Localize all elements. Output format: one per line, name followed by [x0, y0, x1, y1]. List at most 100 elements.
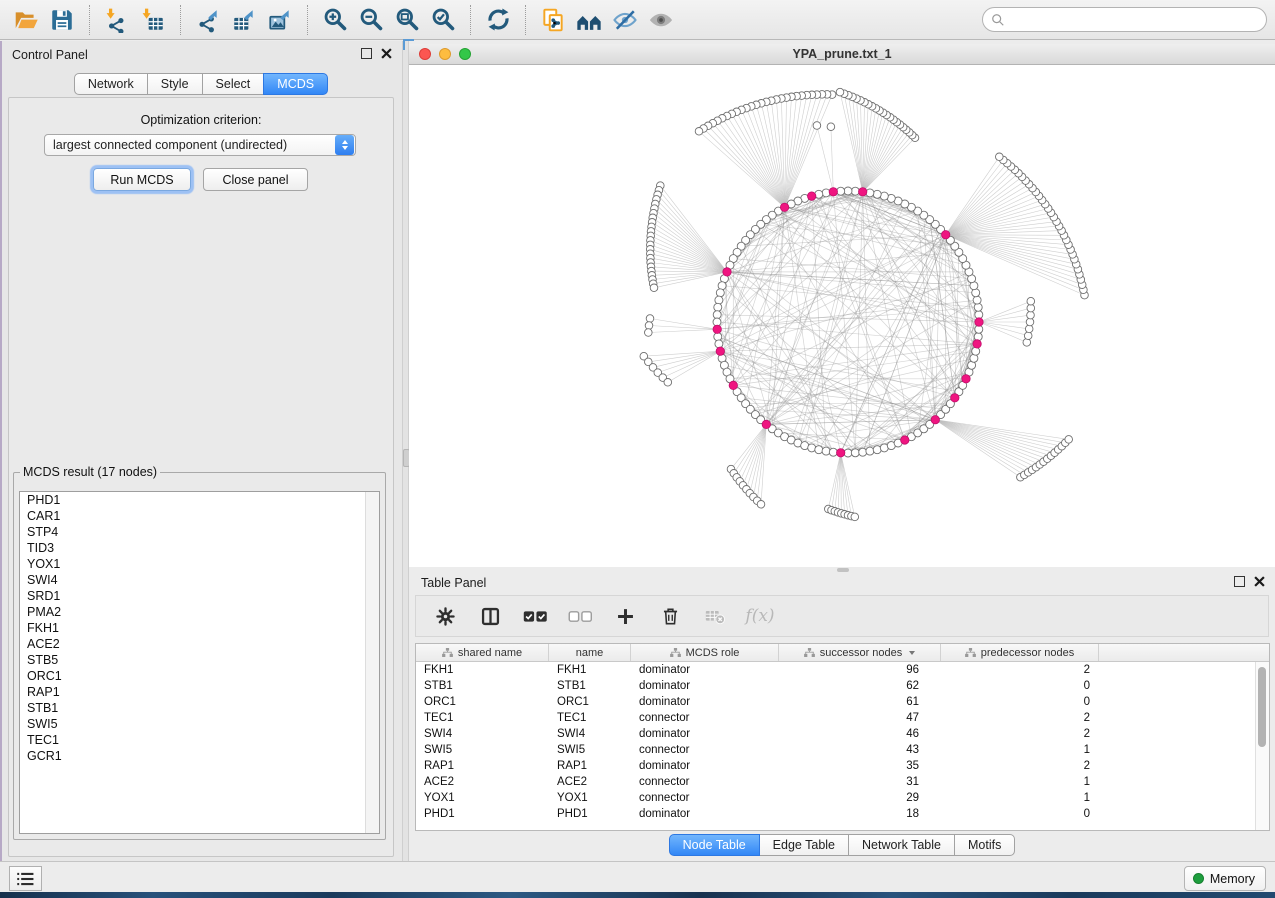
hide-selected-button[interactable]	[607, 3, 643, 37]
network-node[interactable]	[822, 447, 830, 455]
mcds-result-item[interactable]: SWI4	[20, 572, 379, 588]
mcds-node[interactable]	[901, 436, 909, 444]
mcds-result-item[interactable]: GCR1	[20, 748, 379, 764]
close-panel-button[interactable]: Close panel	[203, 168, 308, 191]
table-cell[interactable]: YOX1	[549, 792, 631, 804]
table-row[interactable]: ORC1ORC1dominator610	[416, 694, 1269, 710]
table-cell[interactable]: 46	[779, 728, 941, 740]
mcds-result-item[interactable]: STB1	[20, 700, 379, 716]
network-node[interactable]	[714, 303, 722, 311]
table-cell[interactable]: STB1	[416, 680, 549, 692]
table-cell[interactable]: 29	[779, 792, 941, 804]
network-node[interactable]	[974, 303, 982, 311]
table-cell[interactable]: TEC1	[549, 712, 631, 724]
mcds-node[interactable]	[837, 449, 845, 457]
memory-button[interactable]: Memory	[1184, 866, 1266, 891]
table-cell[interactable]: SWI4	[416, 728, 549, 740]
table-cell[interactable]: FKH1	[549, 664, 631, 676]
save-session-button[interactable]	[44, 3, 80, 37]
table-cell[interactable]: SWI5	[549, 744, 631, 756]
table-row[interactable]: RAP1RAP1dominator352	[416, 758, 1269, 774]
mcds-result-item[interactable]: ACE2	[20, 636, 379, 652]
float-panel-icon[interactable]	[361, 48, 372, 59]
mcds-result-item[interactable]: ORC1	[20, 668, 379, 684]
table-cell[interactable]: connector	[631, 776, 779, 788]
table-row[interactable]: YOX1YOX1connector291	[416, 790, 1269, 806]
mcds-node[interactable]	[808, 192, 816, 200]
float-table-panel-icon[interactable]	[1234, 576, 1245, 587]
network-window-titlebar[interactable]: YPA_prune.txt_1	[409, 44, 1275, 65]
import-network-button[interactable]	[99, 3, 135, 37]
mcds-node[interactable]	[942, 231, 950, 239]
network-node[interactable]	[851, 449, 859, 457]
network-node[interactable]	[695, 128, 703, 136]
network-node[interactable]	[873, 190, 881, 198]
network-node[interactable]	[829, 448, 837, 456]
close-panel-icon[interactable]	[381, 48, 392, 59]
tab-node-table[interactable]: Node Table	[669, 834, 760, 856]
table-cell[interactable]: dominator	[631, 808, 779, 820]
search-input[interactable]	[1011, 12, 1258, 28]
table-cell[interactable]: connector	[631, 744, 779, 756]
zoom-fit-button[interactable]	[389, 3, 425, 37]
close-table-panel-icon[interactable]	[1254, 576, 1265, 587]
tab-network-table[interactable]: Network Table	[848, 834, 955, 856]
network-node[interactable]	[851, 187, 859, 195]
table-cell[interactable]: TEC1	[416, 712, 549, 724]
table-cell[interactable]: ORC1	[416, 696, 549, 708]
table-row[interactable]: STB1STB1dominator620	[416, 678, 1269, 694]
table-cell[interactable]: FKH1	[416, 664, 549, 676]
table-cell[interactable]: dominator	[631, 664, 779, 676]
table-row[interactable]: FKH1FKH1dominator962	[416, 662, 1269, 678]
run-mcds-button[interactable]: Run MCDS	[93, 168, 191, 191]
network-node[interactable]	[645, 329, 653, 337]
network-node[interactable]	[996, 153, 1004, 161]
network-node[interactable]	[646, 315, 654, 323]
table-cell[interactable]: 0	[941, 680, 1099, 692]
network-node[interactable]	[972, 347, 980, 355]
table-cell[interactable]: connector	[631, 712, 779, 724]
table-cell[interactable]: 1	[941, 792, 1099, 804]
table-cell[interactable]: ACE2	[549, 776, 631, 788]
table-scrollbar[interactable]	[1255, 662, 1269, 830]
column-header-MCDS-role[interactable]: MCDS role	[631, 644, 779, 661]
table-cell[interactable]: dominator	[631, 728, 779, 740]
table-cell[interactable]: connector	[631, 792, 779, 804]
table-cell[interactable]: SWI5	[416, 744, 549, 756]
window-minimize-light[interactable]	[439, 48, 451, 60]
mcds-node[interactable]	[762, 420, 770, 428]
mcds-node[interactable]	[962, 375, 970, 383]
column-header-predecessor-nodes[interactable]: predecessor nodes	[941, 644, 1099, 661]
mcds-result-item[interactable]: SRD1	[20, 588, 379, 604]
mcds-result-item[interactable]: PMA2	[20, 604, 379, 620]
import-table-button[interactable]	[135, 3, 171, 37]
select-all-rows-button[interactable]	[520, 601, 550, 631]
table-settings-button[interactable]	[430, 601, 460, 631]
network-node[interactable]	[1025, 325, 1033, 333]
table-row[interactable]: TEC1TEC1connector472	[416, 710, 1269, 726]
table-cell[interactable]: 1	[941, 776, 1099, 788]
toggle-row-panel-button[interactable]	[9, 866, 42, 891]
table-cell[interactable]: 61	[779, 696, 941, 708]
mcds-node[interactable]	[859, 188, 867, 196]
open-file-button[interactable]	[8, 3, 44, 37]
table-cell[interactable]: 31	[779, 776, 941, 788]
mcds-node[interactable]	[829, 188, 837, 196]
table-cell[interactable]: SWI4	[549, 728, 631, 740]
network-node[interactable]	[645, 322, 653, 330]
search-box[interactable]	[982, 7, 1267, 32]
network-node[interactable]	[1027, 297, 1035, 305]
column-header-successor-nodes[interactable]: successor nodes	[779, 644, 941, 661]
network-node[interactable]	[859, 448, 867, 456]
network-node[interactable]	[813, 122, 821, 130]
network-node[interactable]	[713, 311, 721, 319]
table-cell[interactable]: 0	[941, 696, 1099, 708]
new-network-from-selection-button[interactable]	[535, 3, 571, 37]
table-row[interactable]: ACE2ACE2connector311	[416, 774, 1269, 790]
mcds-result-item[interactable]: TEC1	[20, 732, 379, 748]
delete-column-button[interactable]	[655, 601, 685, 631]
table-row[interactable]: SWI5SWI5connector431	[416, 742, 1269, 758]
mcds-node[interactable]	[729, 381, 737, 389]
tab-motifs[interactable]: Motifs	[954, 834, 1015, 856]
horizontal-splitter-grip[interactable]	[837, 568, 849, 572]
